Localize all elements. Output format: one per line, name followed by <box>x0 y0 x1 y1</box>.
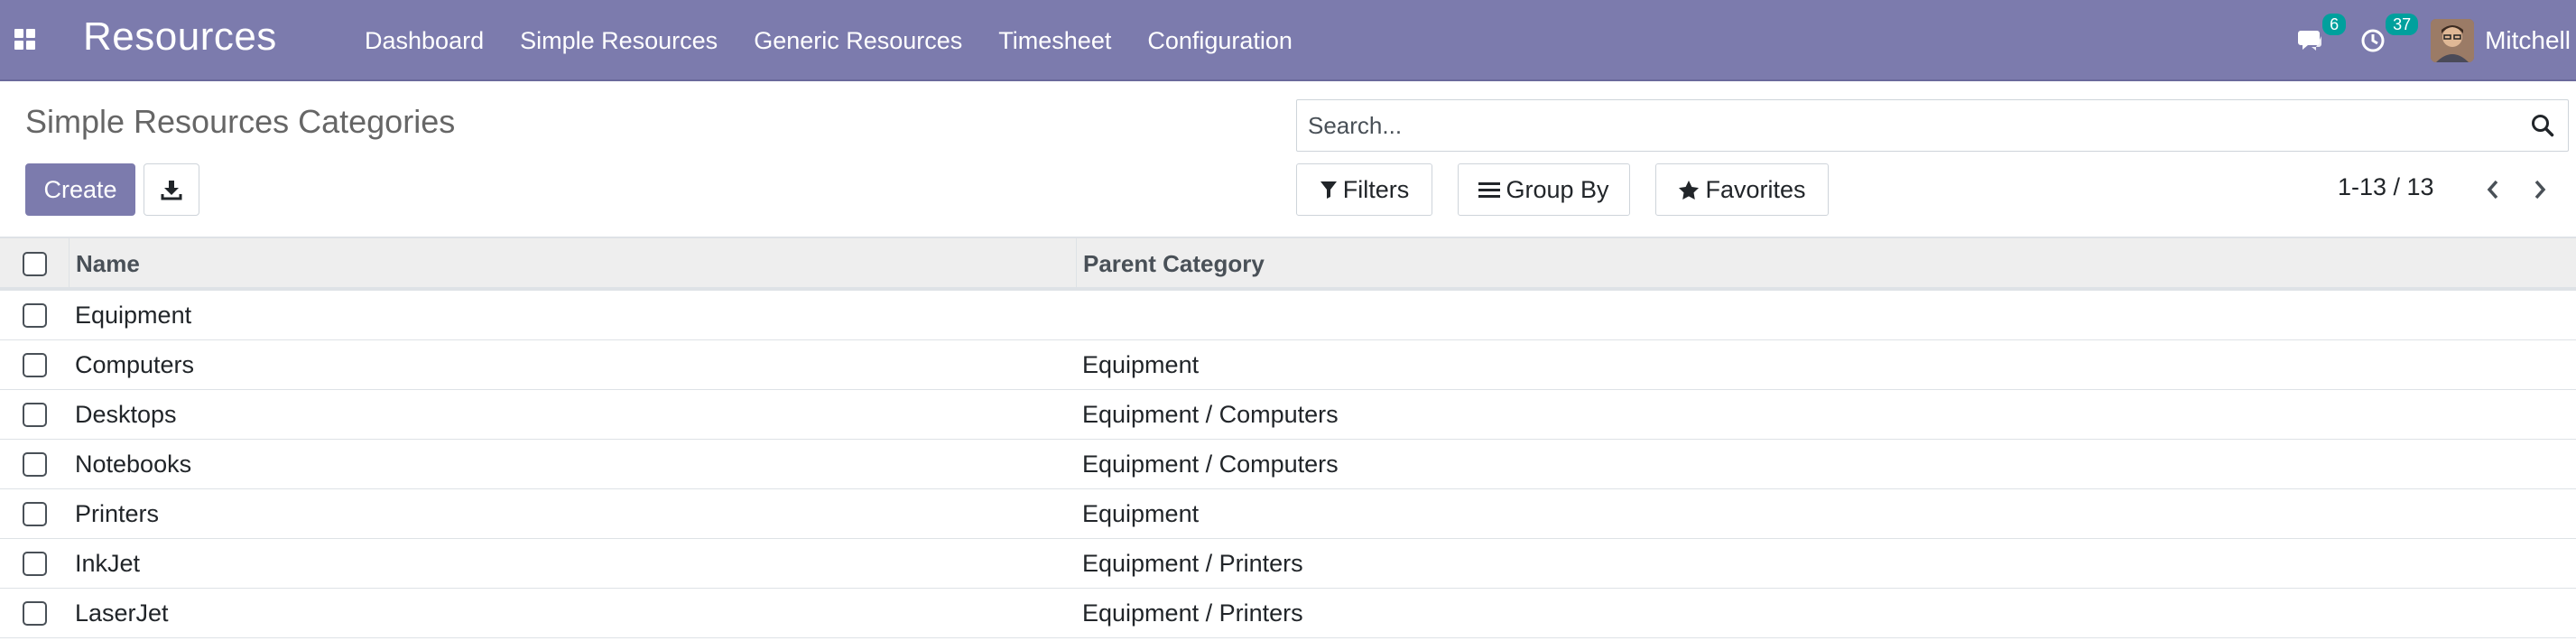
search-bar <box>1296 99 2569 152</box>
page-title: Simple Resources Categories <box>25 103 456 140</box>
table-row[interactable]: Printers Equipment <box>0 489 2576 539</box>
column-header-parent-category[interactable]: Parent Category <box>1083 238 1265 289</box>
user-menu[interactable]: Mitchell <box>2431 19 2571 62</box>
search-input[interactable] <box>1297 100 2568 151</box>
download-button[interactable] <box>144 163 199 216</box>
clock-icon <box>2361 29 2385 52</box>
pager-next-button[interactable] <box>2527 174 2553 205</box>
cell-parent-category: Equipment / Computers <box>1082 401 1339 428</box>
cell-name: InkJet <box>75 550 141 577</box>
filters-label: Filters <box>1342 175 1410 203</box>
table-row[interactable]: Equipment <box>0 291 2576 340</box>
cell-name: Notebooks <box>75 451 192 478</box>
cell-parent-category: Equipment <box>1082 351 1200 378</box>
cell-name: Computers <box>75 351 195 378</box>
menu-item-timesheet[interactable]: Timesheet <box>998 27 1111 55</box>
table-row[interactable]: Desktops Equipment / Computers <box>0 390 2576 440</box>
download-icon <box>161 181 182 200</box>
star-icon <box>1679 180 1700 200</box>
pager-value[interactable]: 1-13 / 13 <box>2338 173 2434 201</box>
chevron-left-icon <box>2487 180 2498 200</box>
list-table: Name Parent Category Equipment Computers… <box>0 237 2576 638</box>
systray: 6 37 Mitchell <box>2297 0 2576 81</box>
cell-name: LaserJet <box>75 599 169 627</box>
favorites-label: Favorites <box>1705 175 1806 203</box>
main-menu: Dashboard Simple Resources Generic Resou… <box>365 0 1329 81</box>
table-row[interactable]: Computers Equipment <box>0 340 2576 390</box>
table-row[interactable]: LaserJet Equipment / Printers <box>0 589 2576 638</box>
menu-item-configuration[interactable]: Configuration <box>1147 27 1293 55</box>
table-row[interactable]: Notebooks Equipment / Computers <box>0 440 2576 489</box>
pager-previous-button[interactable] <box>2480 174 2506 205</box>
group-by-label: Group By <box>1506 175 1609 203</box>
search-icon[interactable] <box>2530 113 2555 138</box>
row-checkbox[interactable] <box>23 303 47 328</box>
select-all-checkbox[interactable] <box>23 252 47 276</box>
create-button[interactable]: Create <box>25 163 135 216</box>
apps-menu-icon[interactable] <box>13 27 38 52</box>
cell-name: Printers <box>75 500 160 527</box>
table-header: Name Parent Category <box>0 237 2576 291</box>
messages-count-badge: 6 <box>2322 14 2347 35</box>
cell-name: Desktops <box>75 401 177 428</box>
top-navbar: Resources Dashboard Simple Resources Gen… <box>0 0 2576 81</box>
cell-parent-category: Equipment / Printers <box>1082 599 1303 627</box>
cell-parent-category: Equipment <box>1082 500 1200 527</box>
app-title[interactable]: Resources <box>83 14 277 60</box>
row-checkbox[interactable] <box>23 502 47 526</box>
activities-count-badge: 37 <box>2386 14 2419 35</box>
favorites-button[interactable]: Favorites <box>1655 163 1829 216</box>
row-checkbox[interactable] <box>23 452 47 477</box>
chat-icon <box>2298 31 2322 51</box>
row-checkbox[interactable] <box>23 552 47 576</box>
activities-button[interactable]: 37 <box>2360 14 2419 53</box>
chevron-right-icon <box>2534 180 2546 200</box>
group-by-button[interactable]: Group By <box>1458 163 1630 216</box>
row-checkbox[interactable] <box>23 601 47 626</box>
menu-item-dashboard[interactable]: Dashboard <box>365 27 484 55</box>
filter-icon <box>1320 181 1337 199</box>
cell-parent-category: Equipment / Printers <box>1082 550 1303 577</box>
row-checkbox[interactable] <box>23 403 47 427</box>
menu-item-simple-resources[interactable]: Simple Resources <box>520 27 718 55</box>
user-name: Mitchell <box>2485 26 2571 54</box>
row-checkbox[interactable] <box>23 353 47 377</box>
user-avatar <box>2431 19 2475 62</box>
bars-icon <box>1478 182 1501 198</box>
messages-button[interactable]: 6 <box>2297 14 2347 53</box>
table-body: Equipment Computers Equipment Desktops Equ… <box>0 291 2576 638</box>
cell-name: Equipment <box>75 302 192 329</box>
column-header-name[interactable]: Name <box>76 238 140 289</box>
cell-parent-category: Equipment / Computers <box>1082 451 1339 478</box>
menu-item-generic-resources[interactable]: Generic Resources <box>754 27 962 55</box>
filters-button[interactable]: Filters <box>1296 163 1432 216</box>
table-row[interactable]: InkJet Equipment / Printers <box>0 539 2576 589</box>
